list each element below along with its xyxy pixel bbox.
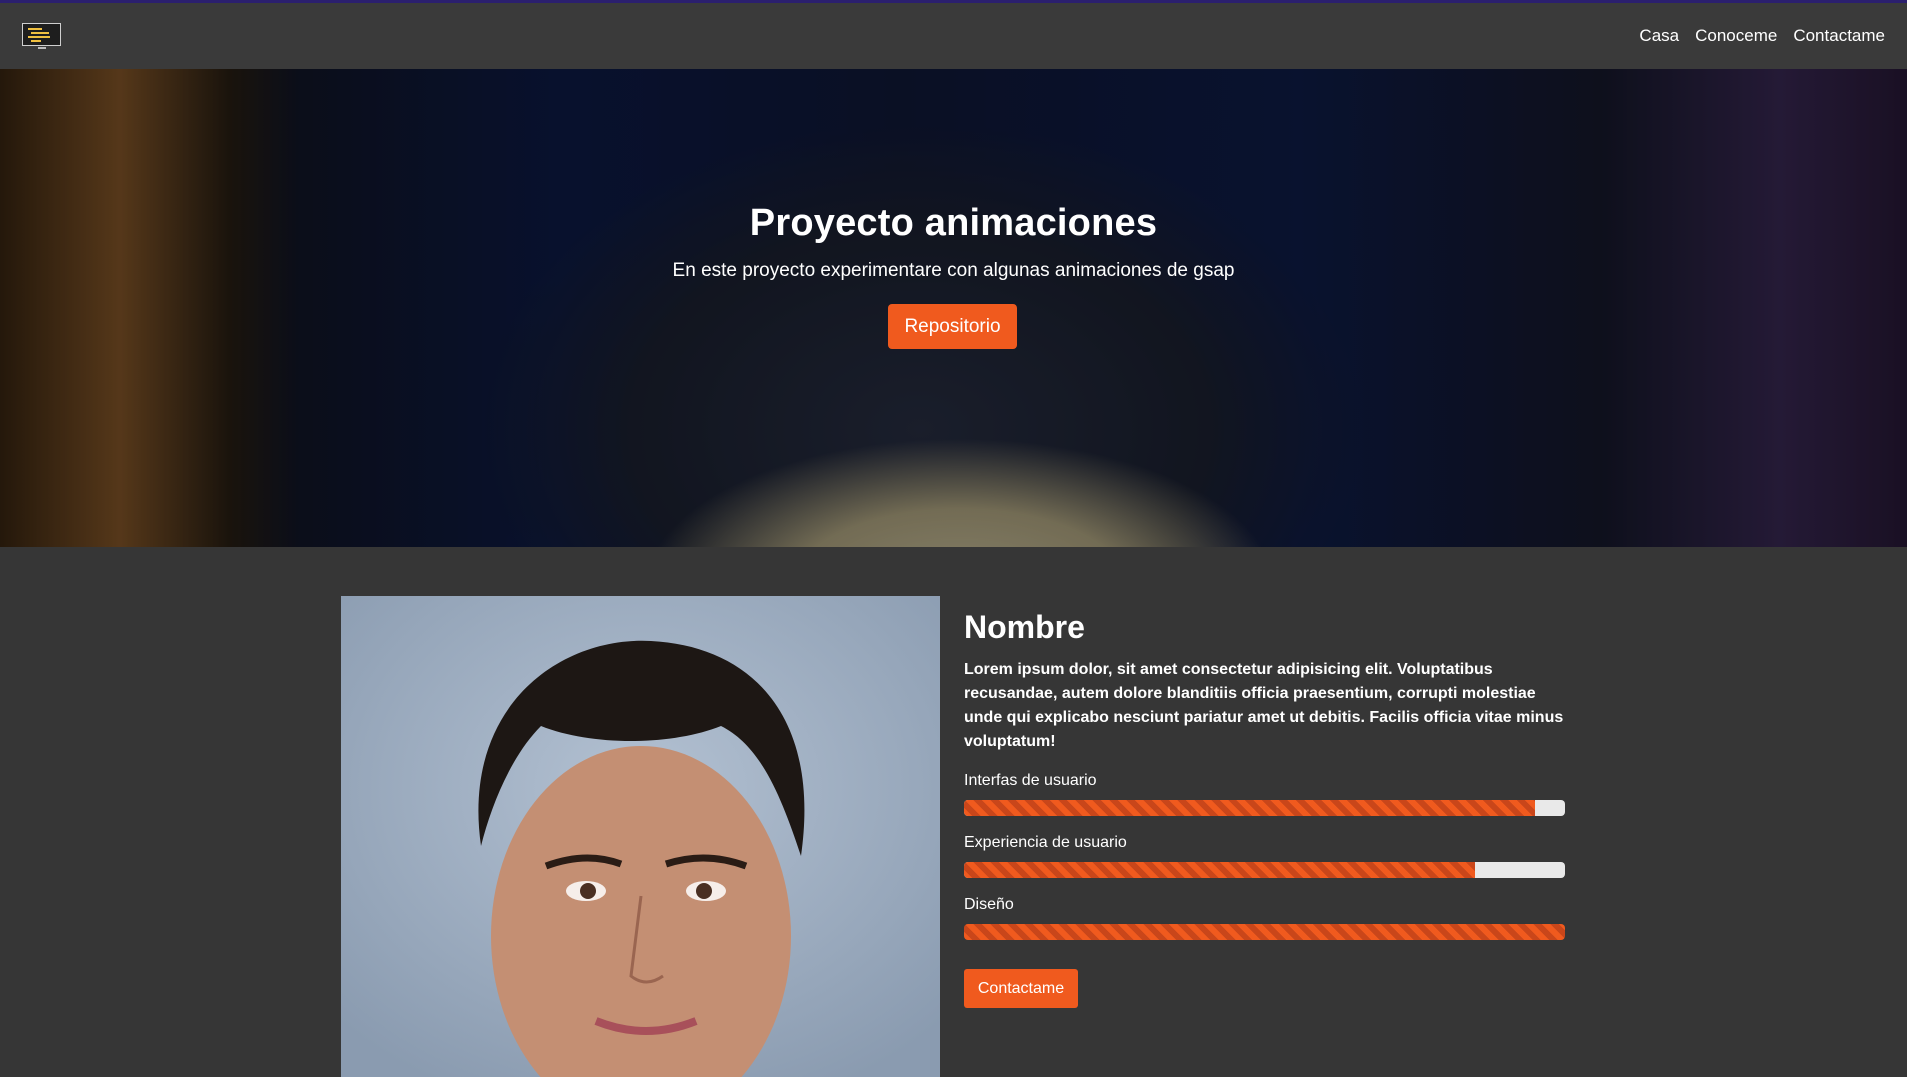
skill-label: Diseño xyxy=(964,896,1014,913)
skill-label: Experiencia de usuario xyxy=(964,834,1127,851)
profile-name: Nombre xyxy=(964,609,1085,645)
skill-label: Interfas de usuario xyxy=(964,772,1097,789)
skill-progress-bar xyxy=(964,924,1565,940)
skill-progress-bar xyxy=(964,800,1565,816)
nav-link-conoceme[interactable]: Conoceme xyxy=(1695,26,1777,46)
monitor-code-icon[interactable] xyxy=(22,23,62,51)
repository-button[interactable]: Repositorio xyxy=(888,304,1017,349)
hero-subtitle: En este proyecto experimentare con algun… xyxy=(672,260,1235,281)
hero-content: Proyecto animaciones En este proyecto ex… xyxy=(0,69,1907,547)
contact-button[interactable]: Contactame xyxy=(964,969,1078,1008)
about-section: Nombre Lorem ipsum dolor, sit amet conse… xyxy=(0,547,1907,1077)
profile-info: Nombre Lorem ipsum dolor, sit amet conse… xyxy=(964,609,1566,940)
skill-progress-bar xyxy=(964,862,1565,878)
hero-title: Proyecto animaciones xyxy=(749,202,1158,244)
skill-progress-fill xyxy=(964,924,1565,940)
nav-links: Casa Conoceme Contactame xyxy=(1639,3,1885,69)
profile-bio: Lorem ipsum dolor, sit amet consectetur … xyxy=(964,661,1564,750)
nav-link-contactame[interactable]: Contactame xyxy=(1793,26,1885,46)
navbar: Casa Conoceme Contactame xyxy=(0,3,1907,69)
skill-progress-fill xyxy=(964,862,1475,878)
hero-section: Proyecto animaciones En este proyecto ex… xyxy=(0,69,1907,547)
portrait-photo xyxy=(341,596,940,1077)
nav-link-casa[interactable]: Casa xyxy=(1639,26,1679,46)
skill-progress-fill xyxy=(964,800,1535,816)
